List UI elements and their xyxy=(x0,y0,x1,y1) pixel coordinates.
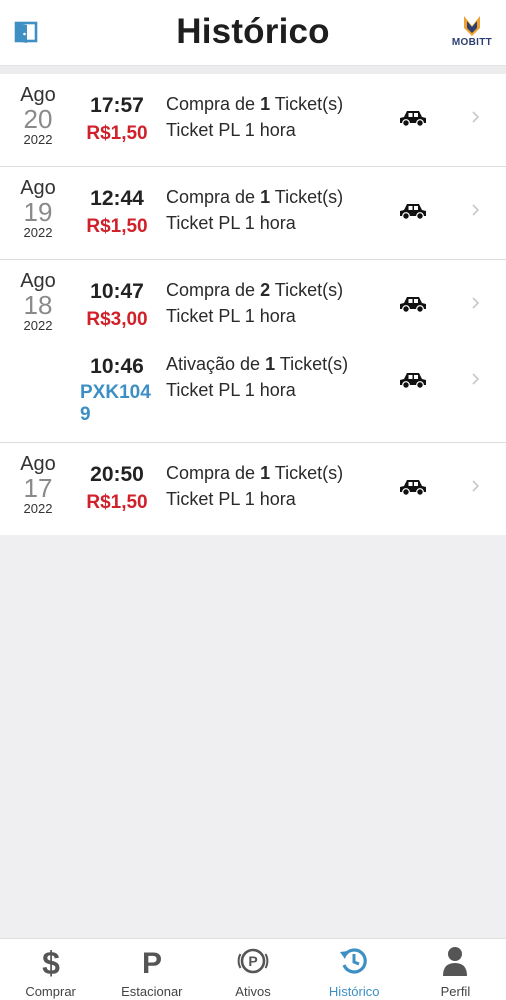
tab-historico[interactable]: Histórico xyxy=(304,939,405,1000)
entry-product: Ticket PL 1 hora xyxy=(166,380,296,400)
page-title: Histórico xyxy=(176,12,330,51)
history-entry[interactable]: 10:46 PXK1049 Ativação de 1 Ticket(s) Ti… xyxy=(0,352,506,442)
history-entry[interactable]: 20:50 R$1,50 Compra de 1 Ticket(s) Ticke… xyxy=(0,443,506,535)
chevron-right-icon xyxy=(472,111,480,123)
logo-m-icon xyxy=(464,16,480,36)
entry-time: 17:57 xyxy=(90,94,144,117)
svg-text:$: $ xyxy=(42,945,60,977)
day-group: Ago 19 2022 12:44 R$1,50 Compra de 1 Tic… xyxy=(0,167,506,260)
chevron-right-icon xyxy=(472,480,480,492)
car-icon xyxy=(400,297,426,313)
parking-circle-icon: P xyxy=(237,948,269,974)
tab-perfil[interactable]: Perfil xyxy=(405,939,506,1000)
entry-product: Ticket PL 1 hora xyxy=(166,213,296,233)
dollar-icon: $ xyxy=(42,945,60,977)
car-icon xyxy=(400,480,426,496)
tab-label: Histórico xyxy=(328,984,380,999)
entry-action: Compra de 1 Ticket(s) xyxy=(166,187,344,207)
tab-estacionar[interactable]: P Estacionar xyxy=(101,939,202,1000)
entry-action: Ativação de 1 Ticket(s) xyxy=(166,354,349,374)
chevron-right-icon xyxy=(472,297,480,309)
car-icon xyxy=(400,111,426,127)
history-list: Ago 20 2022 17:57 R$1,50 Compra de 1 Tic… xyxy=(0,74,506,535)
entry-product: Ticket PL 1 hora xyxy=(166,306,296,326)
entry-product: Ticket PL 1 hora xyxy=(166,120,296,140)
entry-amount: R$1,50 xyxy=(86,216,148,237)
person-icon xyxy=(443,947,468,976)
entry-time: 10:46 xyxy=(90,355,144,378)
day-group: Ago 17 2022 20:50 R$1,50 Compra de 1 Tic… xyxy=(0,443,506,535)
day-group: Ago 20 2022 17:57 R$1,50 Compra de 1 Tic… xyxy=(0,74,506,167)
entry-action: Compra de 2 Ticket(s) xyxy=(166,280,344,300)
header-divider xyxy=(0,66,506,74)
history-entry[interactable]: 10:47 R$3,00 Compra de 2 Ticket(s) Ticke… xyxy=(0,260,506,352)
car-icon xyxy=(400,204,426,220)
tab-comprar[interactable]: $ Comprar xyxy=(0,939,101,1000)
tab-label: Estacionar xyxy=(121,984,183,999)
entry-time: 12:44 xyxy=(90,187,144,210)
entry-amount: R$1,50 xyxy=(86,492,148,513)
entry-time: 20:50 xyxy=(90,463,144,486)
tab-label: Comprar xyxy=(25,984,76,999)
history-entry[interactable]: 17:57 R$1,50 Compra de 1 Ticket(s) Ticke… xyxy=(0,74,506,166)
entry-action: Compra de 1 Ticket(s) xyxy=(166,463,344,483)
bottom-tab-bar: $ Comprar P Estacionar P Ativos Históric… xyxy=(0,938,506,1000)
entry-plate: PXK1049 xyxy=(80,382,151,425)
tab-ativos[interactable]: P Ativos xyxy=(202,939,303,1000)
car-icon xyxy=(400,373,426,389)
history-clock-icon xyxy=(340,948,367,974)
entry-action: Compra de 1 Ticket(s) xyxy=(166,94,344,114)
tab-label: Ativos xyxy=(235,984,271,999)
tab-label: Perfil xyxy=(440,984,471,999)
entry-amount: R$3,00 xyxy=(86,309,148,330)
parking-p-icon: P xyxy=(142,947,162,977)
entry-time: 10:47 xyxy=(90,280,144,303)
app-header: Histórico MOBITT xyxy=(0,0,506,66)
chevron-right-icon xyxy=(472,373,480,385)
history-entry[interactable]: 12:44 R$1,50 Compra de 1 Ticket(s) Ticke… xyxy=(0,167,506,259)
chevron-right-icon xyxy=(472,204,480,216)
entry-amount: R$1,50 xyxy=(86,123,148,144)
brand-logo: MOBITT xyxy=(448,12,496,52)
svg-text:P: P xyxy=(142,947,162,977)
svg-text:P: P xyxy=(248,953,257,969)
entry-product: Ticket PL 1 hora xyxy=(166,489,296,509)
day-group: Ago 18 2022 10:47 R$3,00 Compra de 2 Tic… xyxy=(0,260,506,443)
logo-text: MOBITT xyxy=(451,37,493,48)
